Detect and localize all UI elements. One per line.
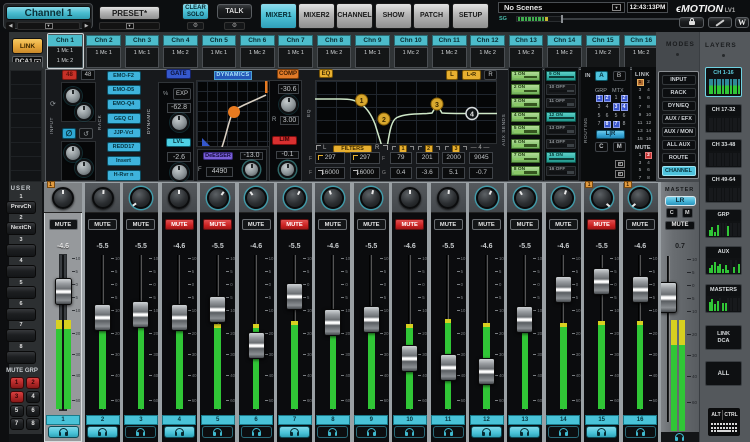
svg-text:4: 4 — [470, 111, 474, 118]
svg-text:2: 2 — [382, 117, 386, 124]
svg-text:1: 1 — [360, 98, 364, 105]
svg-text:3: 3 — [435, 102, 439, 109]
